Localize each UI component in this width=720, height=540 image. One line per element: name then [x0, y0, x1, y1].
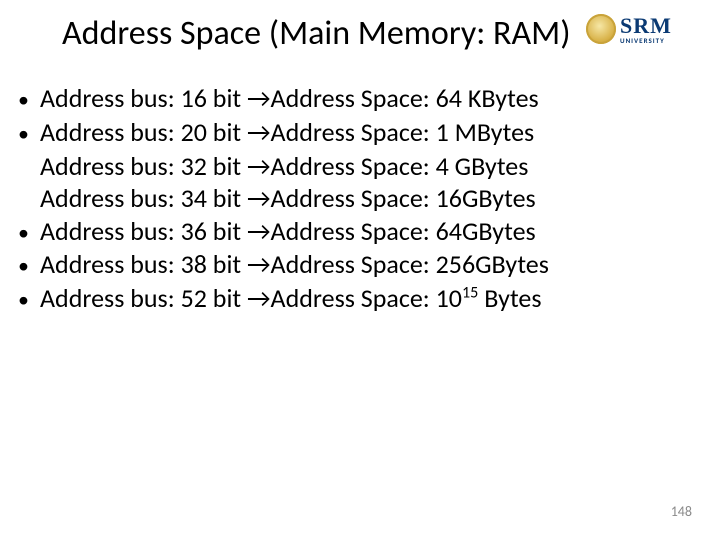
line-text-main: Address bus: 52 bit →Address Space: 10	[40, 282, 462, 314]
logo-sub: UNIVERSITY	[620, 37, 672, 44]
page-number: 148	[671, 503, 692, 520]
line-text: Address bus: 36 bit →Address Space: 64GB…	[40, 215, 536, 248]
list-item: Address bus: 32 bit →Address Space: 4 GB…	[18, 150, 680, 183]
line-text: Address bus: 32 bit →Address Space: 4 GB…	[40, 150, 528, 183]
line-text: Address bus: 38 bit →Address Space: 256G…	[40, 248, 549, 281]
logo-seal-icon	[586, 14, 616, 44]
bullet-icon: •	[18, 285, 40, 316]
bullet-icon: •	[18, 85, 40, 116]
line-text: Address bus: 16 bit →Address Space: 64 K…	[40, 82, 539, 115]
line-text-tail: Bytes	[478, 282, 541, 314]
line-text: Address bus: 20 bit →Address Space: 1 MB…	[40, 116, 534, 149]
list-item: • Address bus: 20 bit →Address Space: 1 …	[18, 116, 680, 150]
bullet-icon: •	[18, 119, 40, 150]
logo-brand: SRM	[620, 15, 672, 37]
line-text: Address bus: 34 bit →Address Space: 16GB…	[40, 182, 536, 215]
srm-logo: SRM UNIVERSITY	[586, 8, 706, 50]
logo-text: SRM UNIVERSITY	[620, 15, 672, 44]
list-item: Address bus: 34 bit →Address Space: 16GB…	[18, 182, 680, 215]
body-text: • Address bus: 16 bit →Address Space: 64…	[18, 82, 680, 316]
bullet-icon: •	[18, 251, 40, 282]
line-text-sup: 15	[462, 284, 478, 303]
slide: Address Space (Main Memory: RAM) SRM UNI…	[0, 0, 720, 540]
list-item: • Address bus: 36 bit →Address Space: 64…	[18, 215, 680, 249]
list-item: • Address bus: 52 bit →Address Space: 10…	[18, 282, 680, 316]
line-text: Address bus: 52 bit →Address Space: 1015…	[40, 282, 542, 315]
bullet-icon: •	[18, 218, 40, 249]
list-item: • Address bus: 38 bit →Address Space: 25…	[18, 248, 680, 282]
list-item: • Address bus: 16 bit →Address Space: 64…	[18, 82, 680, 116]
